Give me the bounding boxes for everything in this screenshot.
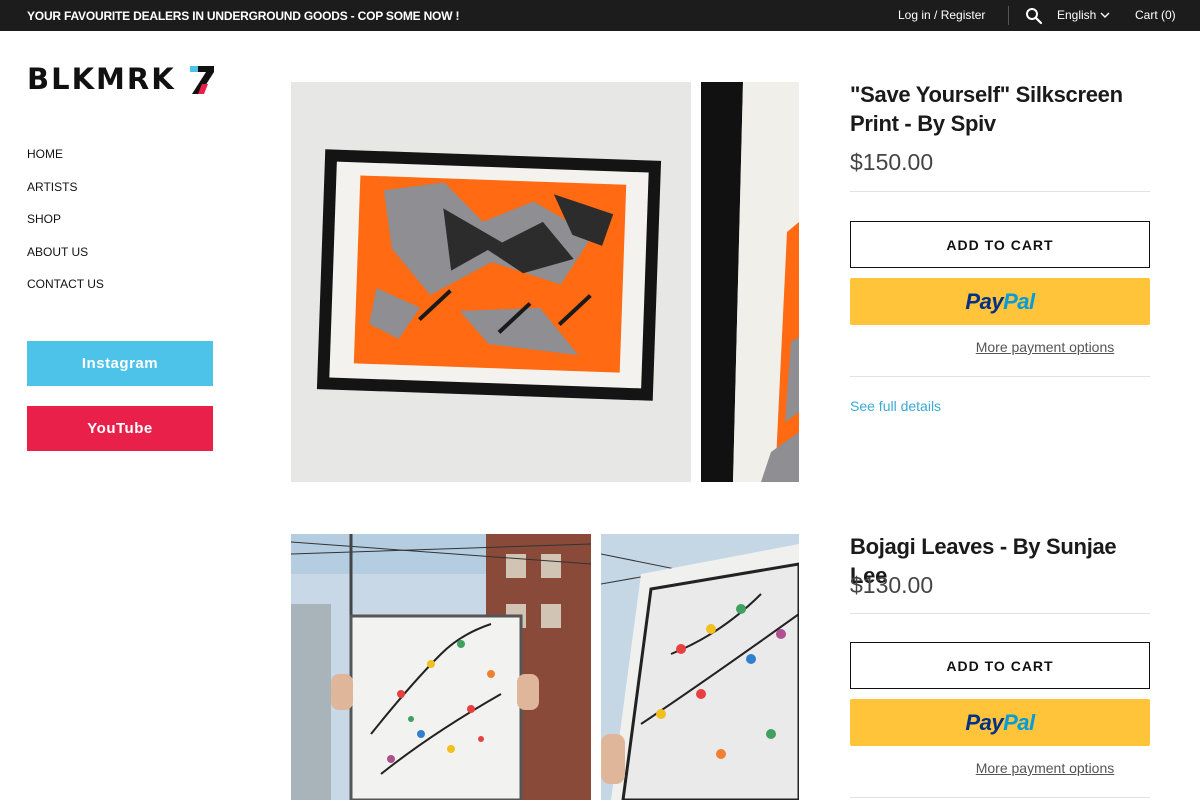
product-image-save-yourself-detail[interactable]	[701, 82, 799, 482]
product-image-bojagi-leaves-detail[interactable]	[601, 534, 799, 800]
youtube-button[interactable]: YouTube	[27, 406, 213, 451]
instagram-button[interactable]: Instagram	[27, 341, 213, 386]
product-image-save-yourself-main[interactable]	[291, 82, 691, 482]
more-payment-options-link[interactable]: More payment options	[850, 339, 1200, 355]
more-payment-options-link[interactable]: More payment options	[850, 760, 1200, 776]
see-full-details-link[interactable]: See full details	[850, 398, 941, 414]
site-logo[interactable]: BLKMRK	[27, 64, 217, 96]
product-price: $130.00	[850, 572, 934, 598]
main-nav: HOME ARTISTS SHOP ABOUT US CONTACT US	[27, 146, 104, 309]
search-icon[interactable]	[1025, 7, 1043, 25]
logo-wordmark: BLKMRK	[27, 62, 176, 96]
paypal-button[interactable]: PayPal	[850, 699, 1150, 746]
add-to-cart-button[interactable]: ADD TO CART	[850, 642, 1150, 689]
nav-item-about-us[interactable]: ABOUT US	[27, 244, 104, 277]
paypal-logo: PayPal	[965, 288, 1035, 314]
announcement-text: YOUR FAVOURITE DEALERS IN UNDERGROUND GO…	[27, 9, 460, 23]
product-image-bojagi-leaves-main[interactable]	[291, 534, 591, 800]
topbar-divider	[1008, 6, 1009, 25]
logo-mark-icon	[190, 66, 214, 94]
nav-item-shop[interactable]: SHOP	[27, 211, 104, 244]
announcement-bar: YOUR FAVOURITE DEALERS IN UNDERGROUND GO…	[0, 0, 1200, 31]
paypal-button[interactable]: PayPal	[850, 278, 1150, 325]
chevron-down-icon[interactable]	[1099, 9, 1111, 21]
divider	[850, 613, 1150, 614]
nav-item-home[interactable]: HOME	[27, 146, 104, 179]
nav-item-contact-us[interactable]: CONTACT US	[27, 276, 104, 309]
product-price: $150.00	[850, 149, 934, 175]
divider	[850, 797, 1150, 798]
language-selector[interactable]: English	[1057, 8, 1096, 22]
divider	[850, 376, 1150, 377]
product-title[interactable]: "Save Yourself" Silkscreen Print - By Sp…	[850, 80, 1150, 138]
nav-item-artists[interactable]: ARTISTS	[27, 179, 104, 212]
cart-link[interactable]: Cart (0)	[1135, 8, 1176, 22]
paypal-logo: PayPal	[965, 709, 1035, 735]
divider	[850, 191, 1150, 192]
add-to-cart-button[interactable]: ADD TO CART	[850, 221, 1150, 268]
login-register-link[interactable]: Log in / Register	[898, 8, 985, 22]
